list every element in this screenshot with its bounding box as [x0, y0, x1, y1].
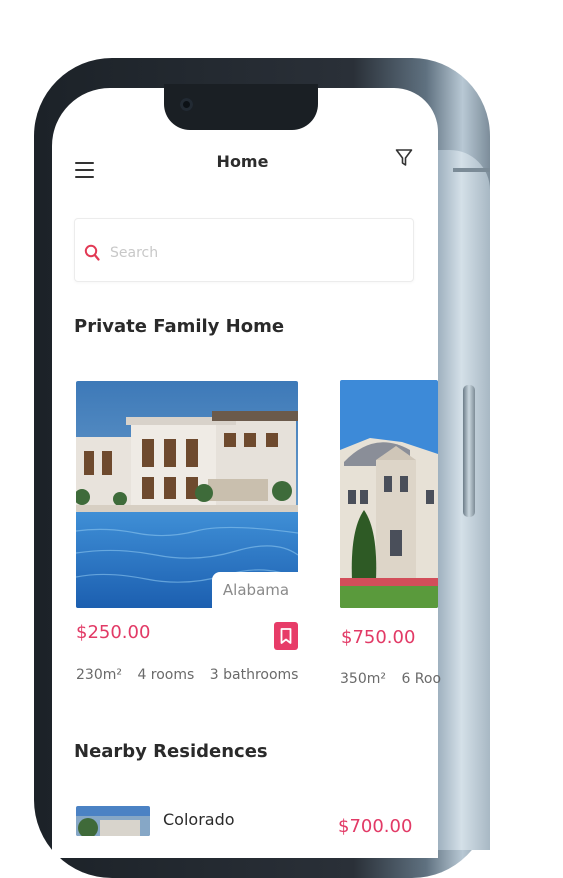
- house-photo-mansion: [340, 380, 438, 608]
- search-icon: [84, 244, 100, 261]
- bookmark-button[interactable]: [274, 622, 298, 650]
- property-price: $250.00: [76, 622, 151, 643]
- front-camera: [180, 98, 193, 111]
- property-rooms: 6 Roo: [401, 671, 442, 687]
- property-image-2[interactable]: [340, 380, 438, 608]
- property-rooms: 4 rooms: [137, 667, 195, 683]
- property-price: $750.00: [341, 627, 416, 648]
- section-title-nearby-residences: Nearby Residences: [74, 741, 268, 762]
- menu-icon[interactable]: [75, 162, 94, 178]
- nearby-property-name: Colorado: [163, 810, 235, 829]
- nearby-property-image[interactable]: [76, 806, 150, 836]
- section-title-private-family-home: Private Family Home: [74, 316, 285, 337]
- bookmark-icon: [280, 628, 292, 644]
- property-specs: 350m² 6 Roo: [340, 671, 452, 687]
- phone-side-slot: [453, 168, 490, 172]
- filter-icon[interactable]: [395, 148, 413, 168]
- property-area: 350m²: [340, 671, 386, 687]
- nearby-house-thumbnail: [76, 806, 150, 836]
- search-input[interactable]: [108, 240, 392, 266]
- location-tag: Alabama: [212, 572, 300, 608]
- page-title: Home: [216, 152, 269, 171]
- nearby-property-price: $700.00: [338, 816, 413, 837]
- property-area: 230m²: [76, 667, 122, 683]
- phone-side-button: [463, 385, 475, 517]
- property-bathrooms: 3 bathrooms: [209, 667, 299, 683]
- property-specs: 230m² 4 rooms 3 bathrooms: [76, 667, 309, 683]
